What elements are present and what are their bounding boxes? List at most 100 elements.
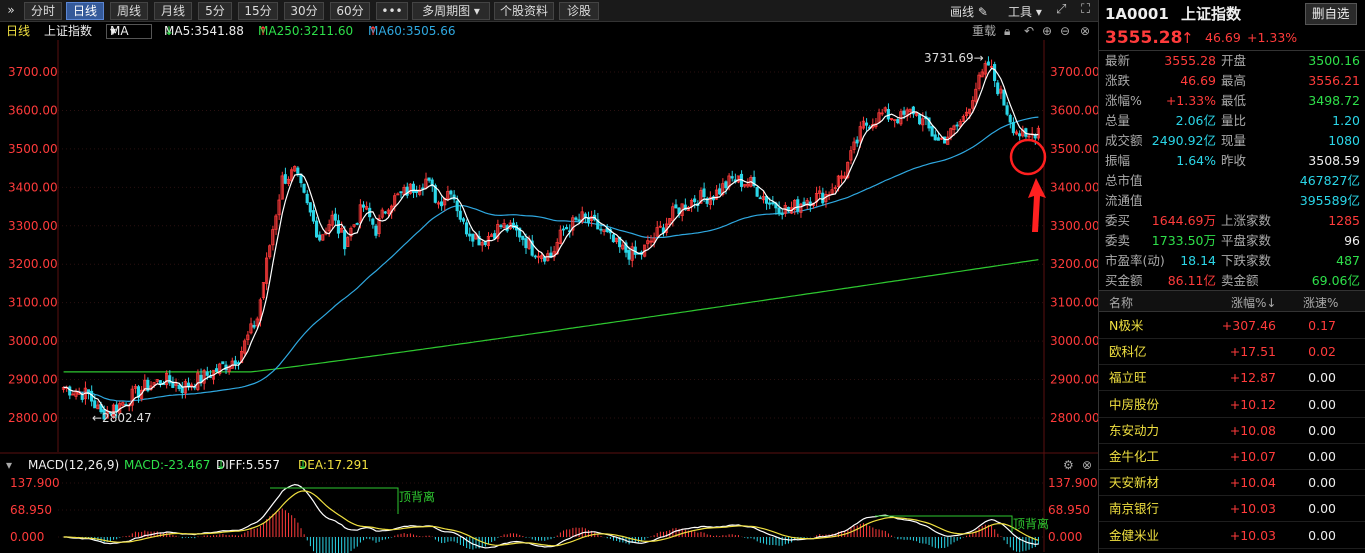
change-pct: +307.46 xyxy=(1221,318,1276,333)
maximize-icon[interactable]: ⛶ xyxy=(1081,2,1090,17)
ma5-line xyxy=(63,67,1039,413)
candle-body xyxy=(311,210,315,222)
zoom-in-icon[interactable]: ⊕ xyxy=(1042,22,1052,40)
col-name[interactable]: 名称 xyxy=(1109,294,1133,311)
diagnose-button[interactable]: 诊股 xyxy=(559,2,599,20)
candle-body xyxy=(777,207,781,215)
tab-intraday[interactable]: 分时 xyxy=(24,2,62,20)
y-tick-label: 3600.00 xyxy=(1050,103,1098,117)
quote-value: 487 xyxy=(1336,253,1360,268)
delete-watchlist-button[interactable]: 删自选 xyxy=(1305,3,1357,25)
multi-period-dropdown[interactable]: 多周期图 ▾ xyxy=(412,2,490,20)
stock-name: 欧科亿 xyxy=(1109,344,1147,360)
change-pct: +10.04 xyxy=(1229,475,1276,491)
stock-name: 中房股份 xyxy=(1109,396,1160,412)
col-speed[interactable]: 涨速% xyxy=(1303,294,1338,311)
price-up-arrow-icon: ↑ xyxy=(1181,29,1194,47)
candle-body xyxy=(414,190,419,193)
quote-row: 最新 3555.28 开盘 3500.16 xyxy=(1099,51,1365,71)
quote-value: 3555.28 xyxy=(1164,53,1216,68)
candle-body xyxy=(599,228,603,231)
y-tick-label: 3100.00 xyxy=(8,296,58,310)
candle-body xyxy=(986,61,990,66)
ranking-row[interactable]: 福立旺 +12.87 0.00 xyxy=(1099,365,1365,392)
speed-pct: 0.02 xyxy=(1308,344,1336,360)
reload-button[interactable]: 重载 xyxy=(972,22,996,40)
more-periods-button[interactable]: ••• xyxy=(376,2,408,20)
y-tick-label: 2800.00 xyxy=(8,411,58,425)
tab-daily[interactable]: 日线 xyxy=(66,2,104,20)
tab-30min[interactable]: 30分 xyxy=(284,2,324,20)
grid-lines xyxy=(0,40,1098,552)
change-pct: +10.03 xyxy=(1229,501,1276,517)
change-pct: +17.51 xyxy=(1229,344,1276,360)
candle-body xyxy=(886,108,890,120)
quote-row: 成交额 2490.92亿 现量 1080 xyxy=(1099,131,1365,151)
col-change-pct[interactable]: 涨幅%↓ xyxy=(1231,294,1276,311)
stock-profile-button[interactable]: 个股资料 xyxy=(494,2,554,20)
quote-label: 涨跌 xyxy=(1105,73,1131,88)
y-tick-label: 3200.00 xyxy=(8,257,58,271)
candle-body xyxy=(455,200,459,212)
candle-body xyxy=(521,235,525,240)
tab-60min[interactable]: 60分 xyxy=(330,2,370,20)
quote-label: 最高 xyxy=(1221,73,1247,88)
y-tick-label: 3200.00 xyxy=(1050,257,1098,271)
chart-info-bar: 日线 上证指数 MA ▾ MA5:3541.88 ↓ MA250:3211.60 ↑… xyxy=(0,22,1098,40)
period-label: 日线 xyxy=(6,24,31,38)
ranking-row[interactable]: 天安新材 +10.04 0.00 xyxy=(1099,470,1365,497)
macd-tick-label: 0.000 xyxy=(1048,530,1082,544)
candle-body xyxy=(215,368,219,372)
quote-label: 成交额 xyxy=(1105,133,1143,148)
candle-body xyxy=(296,167,300,174)
tab-monthly[interactable]: 月线 xyxy=(154,2,192,20)
candle-body xyxy=(374,225,378,236)
ranking-row[interactable]: 欧科亿 +17.51 0.02 xyxy=(1099,339,1365,366)
undo-icon[interactable]: ↶ xyxy=(1024,22,1034,40)
kline-chart[interactable]: 3700.00 3600.00 3500.00 3400.00 3300.00 3200.… xyxy=(0,40,1098,553)
ranking-row[interactable]: 金牛化工 +10.07 0.00 xyxy=(1099,444,1365,470)
candle-body xyxy=(627,250,631,260)
divergence-label-1: 顶背离 xyxy=(399,489,435,504)
quote-value: 3556.21 xyxy=(1308,73,1360,88)
price-change: 46.69 xyxy=(1205,30,1241,45)
stock-name: 天安新材 xyxy=(1109,475,1160,491)
quote-value: +1.33% xyxy=(1165,93,1216,108)
ranking-row[interactable]: 金健米业 +10.03 0.00 xyxy=(1099,523,1365,549)
tab-15min[interactable]: 15分 xyxy=(238,2,278,20)
candle-body xyxy=(768,202,772,205)
zoom-out-icon[interactable]: ⊖ xyxy=(1060,22,1070,40)
quote-value: 1080 xyxy=(1328,133,1360,148)
quote-label: 最新 xyxy=(1105,53,1131,68)
y-tick-label: 3000.00 xyxy=(1050,334,1098,348)
ranking-row[interactable]: 中房股份 +10.12 0.00 xyxy=(1099,392,1365,418)
tab-5min[interactable]: 5分 xyxy=(198,2,232,20)
stock-code: 1A0001 xyxy=(1105,5,1169,23)
indicator-select[interactable]: MA ▾ xyxy=(106,24,152,39)
tools-menu[interactable]: 工具 ▾ xyxy=(1008,3,1042,20)
ranking-row[interactable]: 东安动力 +10.08 0.00 xyxy=(1099,418,1365,444)
index-name: 上证指数 xyxy=(44,24,93,38)
down-arrow-icon: ↓ xyxy=(164,24,175,38)
stock-name: 上证指数 xyxy=(1181,5,1242,23)
quote-label: 平盘家数 xyxy=(1221,233,1272,248)
ranking-row[interactable]: 南京银行 +10.03 0.00 xyxy=(1099,496,1365,523)
quote-value: 1733.50万 xyxy=(1151,233,1216,248)
candle-body xyxy=(333,213,337,221)
close-icon[interactable]: ⊗ xyxy=(1080,22,1090,40)
y-tick-label: 2900.00 xyxy=(1050,373,1098,387)
quote-label: 卖金额 xyxy=(1221,273,1259,288)
candle-body xyxy=(361,204,365,208)
candle-body xyxy=(336,220,340,234)
speed-pct: 0.00 xyxy=(1308,422,1336,438)
lock-icon[interactable]: 🔒︎ xyxy=(1004,22,1010,40)
candle-body xyxy=(314,220,319,238)
y-tick-label: 3000.00 xyxy=(8,334,58,348)
draw-line-button[interactable]: 画线 ✎ xyxy=(950,3,988,20)
change-pct: +12.87 xyxy=(1229,370,1276,386)
candle-body xyxy=(902,110,906,115)
ranking-row[interactable]: N极米 +307.46 0.17 xyxy=(1099,313,1365,339)
expand-icon[interactable]: ⤢ xyxy=(1056,2,1066,17)
collapse-icon[interactable]: » xyxy=(2,2,20,20)
tab-weekly[interactable]: 周线 xyxy=(110,2,148,20)
